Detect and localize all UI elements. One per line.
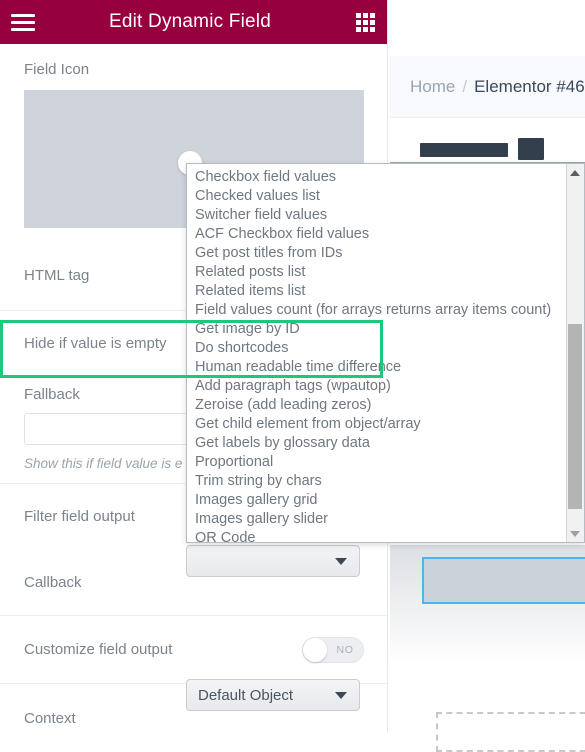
chevron-down-icon — [335, 691, 347, 699]
dropdown-scrollbar[interactable] — [566, 164, 584, 542]
dropdown-option[interactable]: Get child element from object/array — [187, 415, 566, 434]
callback-select[interactable] — [186, 545, 360, 577]
chevron-down-icon — [335, 557, 347, 565]
dropdown-option[interactable]: Zeroise (add leading zeros) — [187, 396, 566, 415]
page-title: Edit Dynamic Field — [109, 11, 271, 32]
hamburger-icon[interactable] — [0, 0, 46, 44]
row-customize-field-output: Customize field output NO — [0, 615, 387, 683]
toggle-state-label: NO — [336, 643, 354, 656]
triangle-up-icon[interactable] — [567, 164, 583, 181]
scrollbar-thumb[interactable] — [568, 324, 582, 509]
html-tag-label: HTML tag — [24, 266, 90, 284]
dropdown-option[interactable]: Add paragraph tags (wpautop) — [187, 377, 566, 396]
context-label: Context — [24, 710, 76, 727]
preview-selected-image[interactable] — [422, 557, 585, 604]
breadcrumb-current: Elementor #46 — [474, 76, 585, 96]
dropdown-option[interactable]: Checked values list — [187, 187, 566, 206]
field-icon-label: Field Icon — [24, 61, 90, 78]
dropdown-option[interactable]: Images gallery grid — [187, 491, 566, 510]
dropdown-option[interactable]: Images gallery slider — [187, 510, 566, 529]
dropdown-option[interactable]: Related items list — [187, 282, 566, 301]
preview-block-square — [518, 138, 544, 160]
dropdown-option[interactable]: QR Code — [187, 529, 566, 542]
breadcrumb-separator: / — [462, 76, 468, 96]
grid-icon[interactable] — [342, 0, 387, 44]
triangle-down-icon[interactable] — [567, 525, 583, 542]
dropdown-option[interactable]: Checkbox field values — [187, 168, 566, 187]
dropdown-option[interactable]: Field values count (for arrays returns a… — [187, 301, 566, 320]
panel-header: Edit Dynamic Field — [0, 0, 387, 44]
dropdown-option[interactable]: Trim string by chars — [187, 472, 566, 491]
hide-if-empty-label: Hide if value is empty — [24, 335, 167, 352]
dropdown-option[interactable]: Get labels by glossary data — [187, 434, 566, 453]
dropdown-option[interactable]: Human readable time difference — [187, 358, 566, 377]
dropdown-option[interactable]: Switcher field values — [187, 206, 566, 225]
dropdown-option[interactable]: ACF Checkbox field values — [187, 225, 566, 244]
preview-dashed-placeholder[interactable] — [436, 712, 585, 752]
dropdown-options[interactable]: Checkbox field values Checked values list… — [187, 164, 566, 542]
preview-topbar — [390, 0, 585, 56]
dropdown-option[interactable]: Get post titles from IDs — [187, 244, 566, 263]
preview-block-bar — [420, 143, 508, 157]
preview-widget-blocks — [390, 118, 585, 163]
toggle-knob — [303, 637, 327, 662]
dropdown-option[interactable]: Proportional — [187, 453, 566, 472]
context-select[interactable]: Default Object — [186, 679, 360, 711]
breadcrumb-home-link[interactable]: Home — [410, 77, 455, 97]
callback-label: Callback — [24, 573, 82, 591]
context-select-value: Default Object — [198, 686, 294, 704]
callback-dropdown-list[interactable]: Checkbox field values Checked values list… — [186, 163, 585, 543]
dropdown-option[interactable]: Do shortcodes — [187, 339, 566, 358]
dropdown-option[interactable]: Get image by ID — [187, 320, 566, 339]
customize-field-output-toggle[interactable]: NO — [302, 636, 364, 663]
filter-field-output-label: Filter field output — [24, 508, 135, 525]
breadcrumb: Home / Elementor #46 — [390, 56, 585, 118]
dropdown-option[interactable]: Related posts list — [187, 263, 566, 282]
customize-field-output-label: Customize field output — [24, 641, 173, 658]
